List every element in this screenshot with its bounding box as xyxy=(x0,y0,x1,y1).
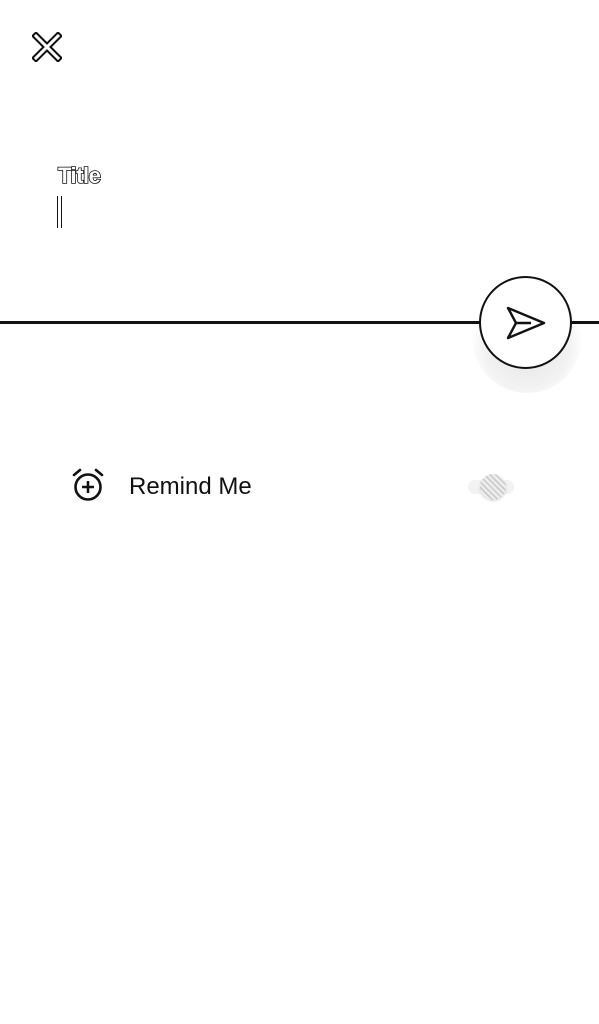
alarm-add-icon xyxy=(72,468,104,501)
close-icon xyxy=(32,32,62,62)
close-button[interactable] xyxy=(28,28,66,66)
title-input[interactable] xyxy=(56,195,456,231)
remind-me-toggle[interactable] xyxy=(462,472,518,502)
remind-me-label: Remind Me xyxy=(129,473,252,500)
title-label: Title xyxy=(57,162,101,189)
text-cursor xyxy=(57,196,62,228)
remind-me-row[interactable]: Remind Me xyxy=(66,462,536,512)
note-editor-screen: Title Remind Me xyxy=(0,0,599,1024)
send-icon xyxy=(506,306,545,339)
toggle-thumb xyxy=(480,474,506,500)
send-button[interactable] xyxy=(479,276,572,369)
